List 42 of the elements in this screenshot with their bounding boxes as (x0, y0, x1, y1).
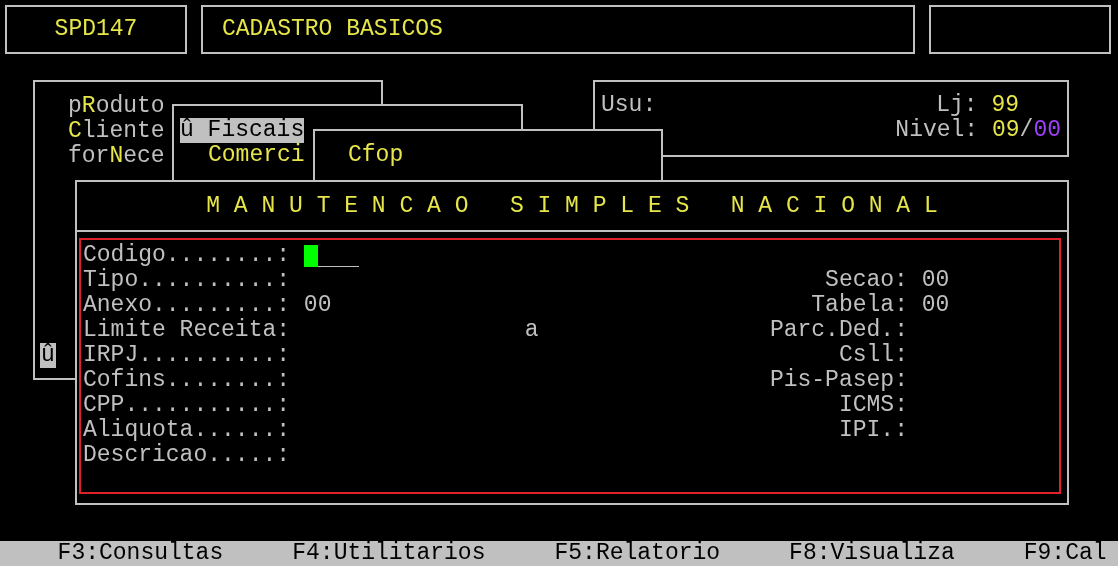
range-separator: a (524, 317, 539, 343)
menu-item[interactable]: forNece (68, 144, 165, 169)
field-label: Cofins........: (83, 367, 291, 393)
function-key[interactable]: F9:Cal (1023, 541, 1107, 566)
field-label: Pis-Pasep: (769, 367, 908, 393)
field-label: ICMS: (838, 392, 908, 418)
menu-item[interactable]: pRoduto (68, 94, 165, 119)
field-label: Codigo........: (83, 242, 291, 268)
field-label: Anexo.........: (83, 292, 291, 318)
field-label: Descricao.....: (83, 442, 291, 468)
field-label: Aliquota......: (83, 417, 291, 443)
function-key[interactable]: F4:Utilitarios (292, 541, 486, 566)
field-value: 00 (921, 292, 950, 318)
field-label: Parc.Ded.: (769, 317, 908, 343)
function-key[interactable]: F5:Relatorio (554, 541, 721, 566)
function-key[interactable]: F3:Consultas (57, 541, 224, 566)
program-code: SPD147 (54, 17, 138, 42)
user-label: Usu: (601, 93, 657, 118)
level-value: 09/00 (991, 118, 1061, 143)
store-label: Lj: (936, 92, 979, 118)
menu-item[interactable]: Cliente (68, 119, 165, 144)
form-title: M A N U T E N C A O S I M P L E S N A C I O N A L (77, 182, 1067, 232)
field-label: IRPJ..........: (83, 342, 291, 368)
field-label: Csll: (838, 342, 908, 368)
field-label: CPP...........: (83, 392, 291, 418)
field-label: Limite Receita: (83, 317, 291, 343)
submenu-item[interactable]: û Fiscais (180, 118, 305, 143)
menu-marker: û (40, 343, 56, 368)
submenu-item[interactable]: Comerci (208, 143, 305, 168)
field-label: Secao: (825, 267, 908, 293)
screen-title: CADASTRO BASICOS (222, 17, 443, 42)
field-label: Tipo..........: (83, 267, 291, 293)
field-label: IPI.: (838, 417, 908, 443)
field-label: Tabela: (811, 292, 908, 318)
submenu-item[interactable]: Cfop (348, 143, 404, 168)
function-key[interactable]: F8:Visualiza (789, 541, 955, 566)
input-field[interactable] (303, 243, 360, 267)
text-cursor (303, 245, 318, 267)
field-value: 00 (921, 267, 950, 293)
level-label: Nivel: (895, 118, 980, 143)
store-number: 99 (991, 92, 1019, 118)
field-value: 00 (303, 292, 332, 318)
